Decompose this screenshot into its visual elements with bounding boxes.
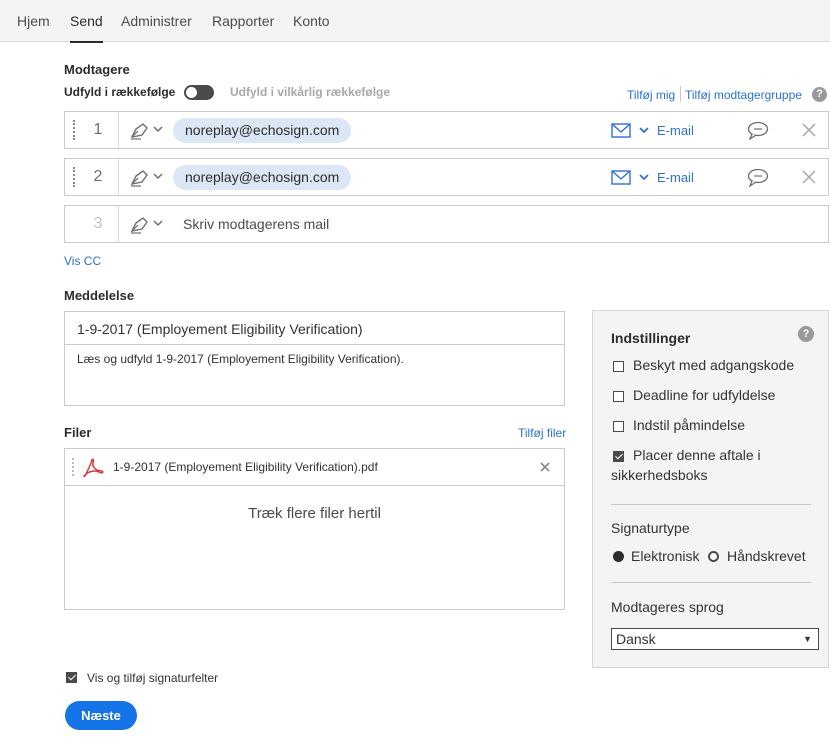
reminder-checkbox[interactable]	[613, 421, 624, 432]
recipient-number: 2	[93, 168, 103, 185]
add-recipient-group-link[interactable]: Tilføj modtagergruppe	[685, 88, 802, 102]
file-item: 1-9-2017 (Employement Eligibility Verifi…	[65, 449, 564, 486]
file-name: 1-9-2017 (Employement Eligibility Verifi…	[113, 460, 378, 474]
tab-send[interactable]: Send	[70, 13, 103, 43]
message-heading: Meddelelse	[64, 288, 135, 303]
chevron-down-icon[interactable]	[639, 172, 649, 182]
recipient-email-chip[interactable]: noreplay@echosign.com	[173, 165, 352, 190]
deadline-option-label: Deadline for udfyldelse	[633, 387, 776, 403]
recipient-number: 1	[93, 121, 103, 138]
language-select[interactable]: Dansk ▼	[611, 628, 819, 650]
reminder-option-label: Indstil påmindelse	[633, 417, 746, 433]
language-value: Dansk	[616, 631, 656, 647]
remove-file-icon[interactable]	[539, 461, 551, 473]
language-label: Modtageres sprog	[611, 599, 724, 615]
chevron-down-icon[interactable]	[639, 125, 649, 135]
recipient-email-chip[interactable]: noreplay@echosign.com	[173, 118, 352, 143]
add-me-link[interactable]: Tilføj mig	[627, 88, 675, 102]
message-bubble-icon[interactable]	[747, 168, 769, 187]
divider	[118, 206, 119, 242]
order-toggle[interactable]	[184, 85, 214, 100]
handwritten-label: Håndskrevet	[727, 548, 806, 564]
message-subject-input[interactable]: 1-9-2017 (Employement Eligibility Verifi…	[77, 321, 363, 337]
next-button[interactable]: Næste	[65, 701, 137, 730]
deadline-checkbox[interactable]	[613, 391, 624, 402]
handwritten-radio[interactable]	[708, 551, 719, 562]
signature-type-label: Signaturtype	[611, 520, 690, 536]
recipients-heading: Modtagere	[64, 62, 130, 77]
add-files-link[interactable]: Tilføj filer	[518, 426, 566, 440]
message-bubble-icon[interactable]	[747, 121, 769, 140]
dropdown-arrow-icon: ▼	[803, 634, 812, 644]
signer-pen-icon[interactable]	[129, 167, 151, 187]
password-option-label: Beskyt med adgangskode	[633, 357, 795, 373]
message-box: 1-9-2017 (Employement Eligibility Verifi…	[64, 311, 565, 406]
recipient-row-1: 1 noreplay@echosign.com E-mail	[64, 111, 829, 149]
divider	[611, 504, 811, 505]
divider	[65, 344, 564, 345]
message-body-input[interactable]: Læs og udfyld 1-9-2017 (Employement Elig…	[77, 352, 404, 366]
remove-recipient-icon[interactable]	[801, 122, 817, 138]
tab-konto[interactable]: Konto	[293, 13, 330, 29]
chevron-down-icon[interactable]	[153, 218, 163, 228]
vault-option-label-cont: sikkerhedsboks	[611, 467, 708, 483]
recipient-row-3: 3 Skriv modtagerens mail	[64, 205, 829, 243]
drag-handle-icon[interactable]	[73, 167, 76, 187]
help-icon[interactable]: ?	[812, 87, 827, 102]
toggle-knob	[186, 87, 197, 98]
top-navigation: Hjem Send Administrer Rapporter Konto	[0, 0, 830, 43]
drag-handle-icon[interactable]	[72, 458, 74, 476]
delivery-method-label[interactable]: E-mail	[657, 170, 694, 185]
divider	[118, 112, 119, 148]
divider	[611, 582, 811, 583]
pdf-icon	[83, 458, 104, 477]
tab-hjem[interactable]: Hjem	[17, 13, 50, 29]
show-signature-fields-label: Vis og tilføj signaturfelter	[87, 671, 219, 685]
remove-recipient-icon[interactable]	[801, 169, 817, 185]
recipient-number: 3	[93, 215, 103, 232]
any-order-label: Udfyld i vilkårlig rækkefølge	[230, 85, 391, 99]
fill-in-order-label: Udfyld i rækkefølge	[64, 85, 176, 99]
tab-administrer[interactable]: Administrer	[121, 13, 192, 29]
vault-checkbox[interactable]	[613, 451, 624, 462]
settings-title: Indstillinger	[611, 330, 691, 346]
mail-icon[interactable]	[611, 123, 631, 138]
files-box: 1-9-2017 (Employement Eligibility Verifi…	[64, 448, 565, 610]
divider	[118, 159, 119, 195]
mail-icon[interactable]	[611, 170, 631, 185]
settings-panel: Indstillinger ? Beskyt med adgangskode D…	[592, 310, 829, 668]
drag-handle-icon[interactable]	[73, 120, 76, 140]
files-heading: Filer	[64, 425, 92, 440]
electronic-label: Elektronisk	[631, 548, 700, 564]
recipient-row-2: 2 noreplay@echosign.com E-mail	[64, 158, 829, 196]
password-checkbox[interactable]	[613, 361, 624, 372]
signer-pen-icon[interactable]	[129, 120, 151, 140]
recipient-email-input[interactable]: Skriv modtagerens mail	[183, 216, 329, 232]
show-signature-fields-checkbox[interactable]	[66, 672, 77, 683]
chevron-down-icon[interactable]	[153, 124, 163, 134]
tab-rapporter[interactable]: Rapporter	[212, 13, 274, 29]
help-icon[interactable]: ?	[798, 326, 814, 342]
file-drop-zone[interactable]: Træk flere filer hertil	[65, 505, 564, 522]
vault-option-label: Placer denne aftale i	[633, 447, 761, 463]
show-cc-link[interactable]: Vis CC	[64, 254, 101, 268]
signer-pen-icon[interactable]	[129, 214, 151, 234]
link-divider	[680, 86, 681, 102]
chevron-down-icon[interactable]	[153, 171, 163, 181]
electronic-radio[interactable]	[613, 551, 624, 562]
delivery-method-label[interactable]: E-mail	[657, 123, 694, 138]
